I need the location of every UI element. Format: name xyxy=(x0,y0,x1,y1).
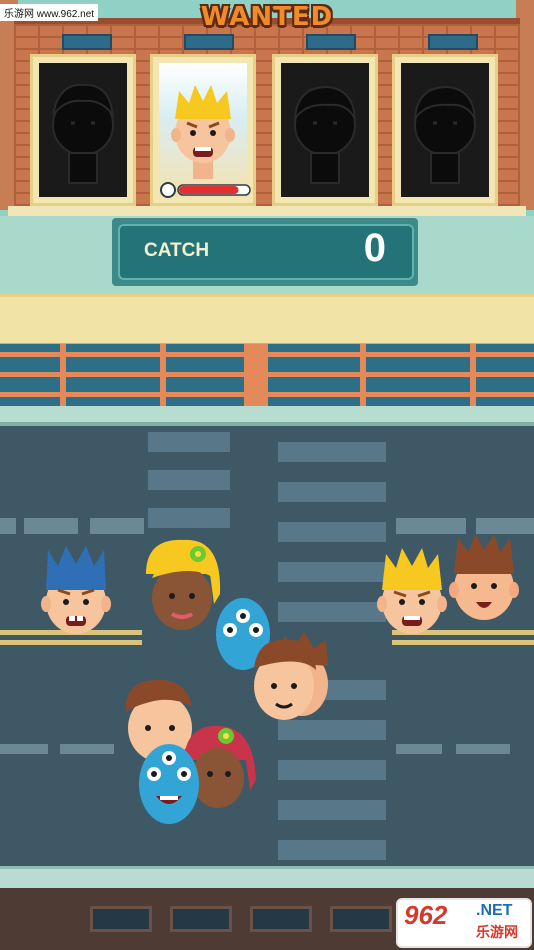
wanted-blonde-man-portrait xyxy=(171,85,235,179)
wall-vent xyxy=(306,34,356,50)
balcony-post xyxy=(470,344,476,406)
wanted-slot-1 xyxy=(30,54,136,206)
sidewalk-top xyxy=(0,406,534,426)
logo-suffix: .NET xyxy=(476,902,513,919)
silhouette-icon xyxy=(294,85,356,184)
watermark-text: 乐游网 www.962.net xyxy=(0,4,99,21)
lane-marking xyxy=(90,518,144,534)
crosswalk-stripe xyxy=(148,432,230,452)
wall-vent xyxy=(184,34,234,50)
wanted-slot-3 xyxy=(272,54,378,206)
wanted-slot-4 xyxy=(392,54,498,206)
character-blue-alien-2[interactable] xyxy=(134,740,204,826)
awning xyxy=(0,294,534,347)
catch-value: 0 xyxy=(363,226,386,270)
balcony-post xyxy=(244,344,268,406)
balcony-post xyxy=(60,344,66,406)
silhouette-icon xyxy=(52,83,115,184)
balcony-post xyxy=(360,344,366,406)
logo-numbers: 962 xyxy=(404,900,448,930)
timer-fill xyxy=(179,186,239,194)
lane-marking xyxy=(24,518,78,534)
catch-label: CATCH xyxy=(144,240,210,261)
bottom-window xyxy=(170,906,232,932)
bottom-window xyxy=(90,906,152,932)
timer-bar xyxy=(160,182,252,198)
crosswalk-stripe xyxy=(278,800,386,820)
lane-marking xyxy=(0,744,48,754)
crosswalk-stripe xyxy=(278,442,386,462)
wall-vent xyxy=(62,34,112,50)
lane-marking xyxy=(456,744,510,754)
character-brown-spiky-hair-man[interactable] xyxy=(444,530,524,626)
crosswalk-stripe xyxy=(148,470,230,490)
crosswalk-stripe xyxy=(278,602,386,622)
wall-vent xyxy=(428,34,478,50)
bottom-window xyxy=(330,906,392,932)
crosswalk-stripe xyxy=(278,562,386,582)
character-brown-hair-man[interactable] xyxy=(244,628,340,726)
character-blue-hair-man[interactable] xyxy=(36,540,116,640)
balcony-post xyxy=(160,344,166,406)
character-blonde-spiky-hair-man[interactable] xyxy=(372,540,452,640)
logo-chinese: 乐游网 xyxy=(476,924,518,940)
crosswalk-stripe xyxy=(278,760,386,780)
crosswalk-stripe xyxy=(278,522,386,542)
lane-marking xyxy=(396,744,442,754)
crosswalk-stripe xyxy=(148,508,230,528)
lane-marking xyxy=(60,744,114,754)
crosswalk-stripe xyxy=(278,482,386,502)
silhouette-icon xyxy=(414,85,476,184)
bottom-window xyxy=(250,906,312,932)
clock-icon xyxy=(160,182,176,198)
lane-marking xyxy=(0,518,16,534)
yellow-line xyxy=(0,640,142,645)
yellow-line xyxy=(392,640,534,645)
crosswalk-stripe xyxy=(278,840,386,860)
